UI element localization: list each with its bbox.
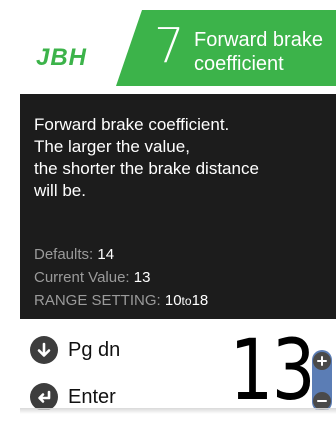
brand-logo: JBH	[36, 44, 88, 71]
description-line: Forward brake coefficient.	[34, 115, 230, 134]
minus-icon	[317, 400, 327, 402]
range-row: RANGE SETTING: 10to18	[34, 292, 208, 309]
header: JBH 7 Forward brake coefficient	[20, 10, 336, 86]
parameter-title-line2: coefficient	[194, 53, 284, 75]
arrow-down-icon	[30, 336, 58, 364]
description-line: The larger the value,	[34, 137, 190, 156]
defaults-row: Defaults: 14	[34, 246, 114, 263]
description-line: the shorter the brake distance	[34, 159, 259, 178]
range-min: 10	[164, 292, 182, 309]
defaults-label: Defaults:	[34, 246, 94, 263]
pg-dn-label: Pg dn	[68, 338, 121, 361]
enter-button[interactable]: Enter	[30, 383, 116, 410]
value-stepper[interactable]	[312, 350, 332, 410]
panel-shadow	[20, 408, 336, 414]
parameter-panel: JBH 7 Forward brake coefficient Forward …	[20, 10, 336, 410]
parameter-number: 7	[154, 18, 185, 74]
description-text: Forward brake coefficient. The larger th…	[34, 114, 324, 202]
enter-label: Enter	[68, 385, 116, 408]
range-to: to	[181, 294, 192, 308]
range-max: 18	[191, 292, 209, 309]
pg-dn-button[interactable]: Pg dn	[30, 336, 120, 364]
value-display: 13	[229, 321, 316, 410]
enter-return-icon	[30, 383, 58, 410]
parameter-title-line1: Forward brake	[194, 29, 323, 51]
increment-button[interactable]	[313, 352, 331, 370]
parameter-title: Forward brake coefficient	[194, 28, 336, 76]
description-line: will be.	[34, 181, 86, 200]
current-value-row: Current Value: 13	[34, 269, 150, 286]
description-box: Forward brake coefficient. The larger th…	[20, 94, 336, 319]
range-label: RANGE SETTING:	[34, 292, 161, 309]
current-value: 13	[133, 269, 151, 286]
plus-icon	[317, 356, 327, 366]
current-value-label: Current Value:	[34, 269, 130, 286]
defaults-value: 14	[97, 246, 115, 263]
